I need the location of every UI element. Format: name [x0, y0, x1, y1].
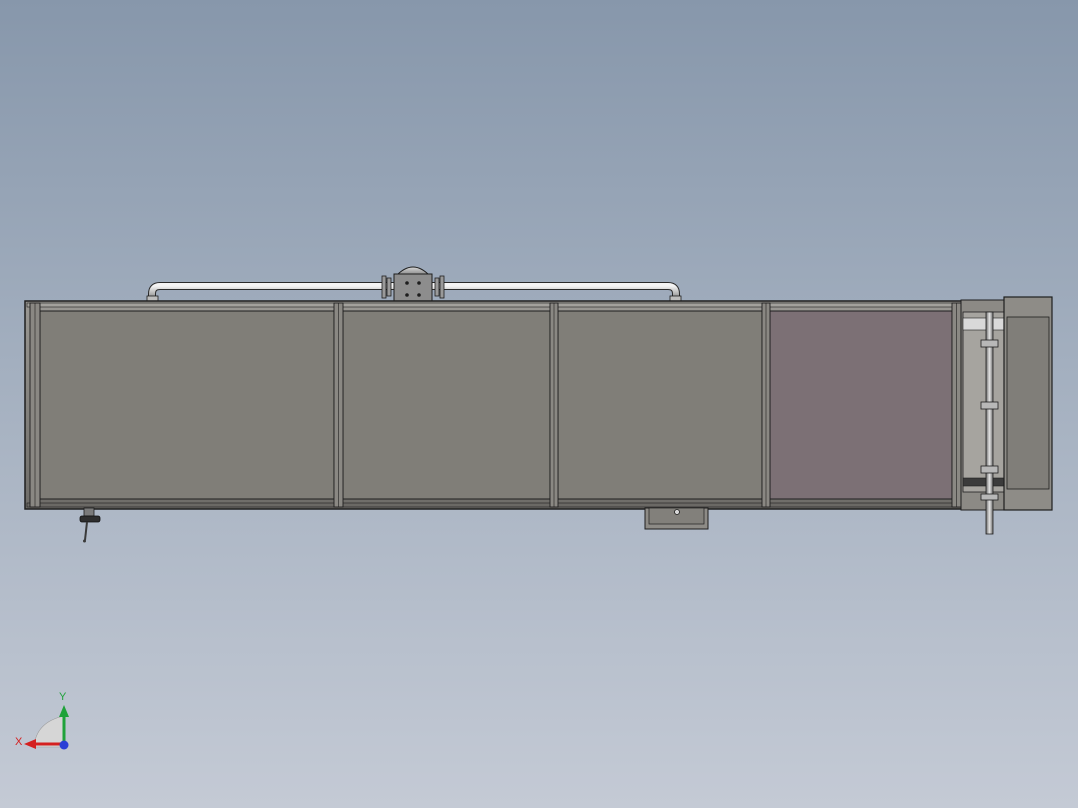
cad-viewport[interactable]: Y X: [0, 0, 1078, 808]
x-axis-arrow: [24, 739, 36, 749]
drive-end-assembly: [960, 296, 1053, 535]
bottom-bracket: [644, 507, 709, 530]
panel-4: [769, 310, 953, 500]
conveyor-assembly-drawing: Y X: [15, 266, 1053, 750]
x-axis-label: X: [15, 736, 23, 748]
leveling-foot: [79, 507, 101, 543]
panel-1: [39, 310, 335, 500]
central-valve-unit: [381, 266, 445, 303]
y-axis-arrow: [59, 705, 69, 717]
coordinate-triad: Y X: [15, 691, 69, 750]
triad-plane: [33, 715, 65, 748]
panel-2: [342, 310, 551, 500]
y-axis-label: Y: [59, 691, 67, 703]
panel-3: [557, 310, 763, 500]
z-axis-dot: [59, 740, 69, 750]
